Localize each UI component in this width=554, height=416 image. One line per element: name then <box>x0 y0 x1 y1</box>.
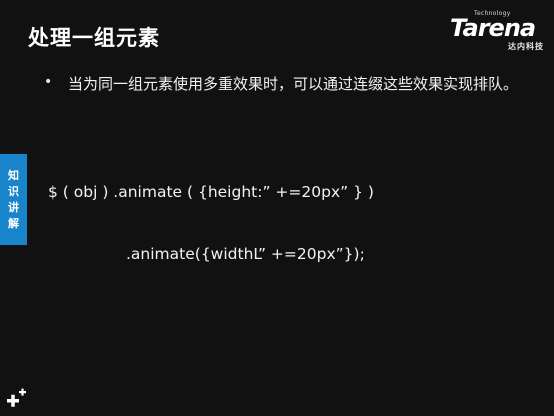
side-tab-char: 讲 <box>8 200 19 214</box>
side-tab-char: 识 <box>8 184 19 198</box>
slide: 处理一组元素 Technology Tarena 达内科技 • 当为同一组元素使… <box>0 0 554 416</box>
side-tab-char: 知 <box>8 168 19 182</box>
bullet-dot-icon: • <box>44 74 53 90</box>
bullet-item: • 当为同一组元素使用多重效果时，可以通过连缀这些效果实现排队。 <box>44 72 534 96</box>
code-line-2: .animate({widthL” +=20px”}); <box>126 245 365 263</box>
code-line-1: $ ( obj ) .animate ( {height:” +=20px” }… <box>48 183 374 201</box>
code-block: $ ( obj ) .animate ( {height:” +=20px” }… <box>48 143 374 303</box>
side-tab-char: 解 <box>8 216 19 230</box>
logo-main-text: Tarena <box>450 14 536 42</box>
tarena-logo: Technology Tarena 达内科技 <box>448 10 546 52</box>
plus-sparkle-icon <box>7 388 26 407</box>
bullet-text: 当为同一组元素使用多重效果时，可以通过连缀这些效果实现排队。 <box>68 75 519 93</box>
side-tab-knowledge: 知 识 讲 解 <box>0 154 27 245</box>
logo-sub-text: 达内科技 <box>508 42 544 51</box>
slide-title: 处理一组元素 <box>28 26 160 50</box>
